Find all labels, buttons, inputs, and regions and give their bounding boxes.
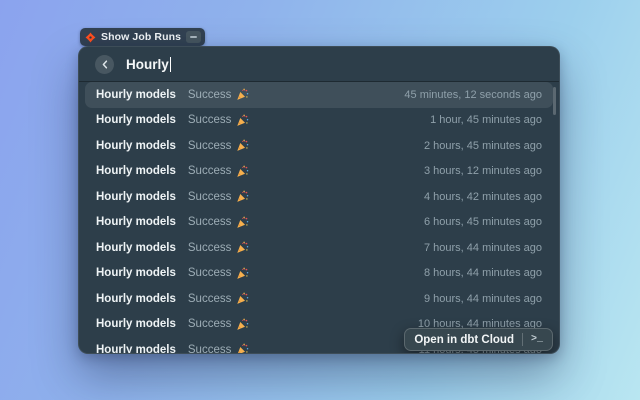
party-popper-icon [236,343,249,354]
party-popper-icon [236,216,249,229]
job-run-row[interactable]: Hourly models Success 7 hours, 44 minute… [85,235,553,261]
search-value: Hourly [126,57,169,72]
party-popper-icon [236,139,249,152]
job-status: Success [188,267,231,279]
job-run-row[interactable]: Hourly models Success 6 hours, 45 minute… [85,210,553,236]
keycap-icon [186,31,201,43]
command-palette-window: Hourly Hourly models Success 45 minutes,… [78,46,560,354]
party-popper-icon [236,114,249,127]
job-run-time: 1 hour, 45 minutes ago [430,114,542,126]
terminal-shortcut-icon: >_ [531,334,543,345]
party-popper-icon [236,267,249,280]
job-runs-list: Hourly models Success 45 minutes, 12 sec… [79,82,559,354]
job-run-time: 45 minutes, 12 seconds ago [404,89,542,101]
job-name: Hourly models [96,114,176,126]
dbt-logo-icon [85,32,96,43]
party-popper-icon [236,241,249,254]
text-caret [170,57,172,72]
job-run-time: 3 hours, 12 minutes ago [424,165,542,177]
job-status: Success [188,344,231,354]
job-run-row[interactable]: Hourly models Success 1 hour, 45 minutes… [85,108,553,134]
job-status: Success [188,165,231,177]
party-popper-icon [236,190,249,203]
job-run-time: 9 hours, 44 minutes ago [424,293,542,305]
job-run-time: 6 hours, 45 minutes ago [424,216,542,228]
party-popper-icon [236,318,249,331]
job-run-time: 4 hours, 42 minutes ago [424,191,542,203]
job-run-row[interactable]: Hourly models Success 4 hours, 42 minute… [85,184,553,210]
job-run-row[interactable]: Hourly models Success 2 hours, 45 minute… [85,133,553,159]
job-status: Success [188,318,231,330]
job-status: Success [188,242,231,254]
open-in-dbt-cloud-action[interactable]: Open in dbt Cloud >_ [404,328,553,351]
job-name: Hourly models [96,140,176,152]
job-run-row[interactable]: Hourly models Success 3 hours, 12 minute… [85,159,553,185]
party-popper-icon [236,292,249,305]
job-run-time: 8 hours, 44 minutes ago [424,267,542,279]
job-status: Success [188,89,231,101]
job-name: Hourly models [96,318,176,330]
job-name: Hourly models [96,344,176,354]
job-name: Hourly models [96,293,176,305]
action-divider [522,333,523,346]
job-name: Hourly models [96,216,176,228]
action-label: Open in dbt Cloud [414,334,514,346]
job-status: Success [188,191,231,203]
search-input[interactable]: Hourly [126,57,171,72]
job-run-time: 2 hours, 45 minutes ago [424,140,542,152]
search-bar: Hourly [79,47,559,82]
menubar-command-pill[interactable]: Show Job Runs [80,28,205,46]
job-status: Success [188,140,231,152]
job-status: Success [188,216,231,228]
party-popper-icon [236,88,249,101]
job-run-row[interactable]: Hourly models Success 45 minutes, 12 sec… [85,82,553,108]
back-button[interactable] [95,55,114,74]
job-name: Hourly models [96,191,176,203]
job-status: Success [188,293,231,305]
chevron-left-icon [101,60,109,69]
pill-label: Show Job Runs [101,31,181,43]
job-run-time: 7 hours, 44 minutes ago [424,242,542,254]
job-run-row[interactable]: Hourly models Success 9 hours, 44 minute… [85,286,553,312]
scrollbar[interactable] [553,87,556,115]
job-name: Hourly models [96,242,176,254]
job-name: Hourly models [96,267,176,279]
job-run-row[interactable]: Hourly models Success 8 hours, 44 minute… [85,261,553,287]
job-status: Success [188,114,231,126]
party-popper-icon [236,165,249,178]
job-name: Hourly models [96,89,176,101]
job-name: Hourly models [96,165,176,177]
